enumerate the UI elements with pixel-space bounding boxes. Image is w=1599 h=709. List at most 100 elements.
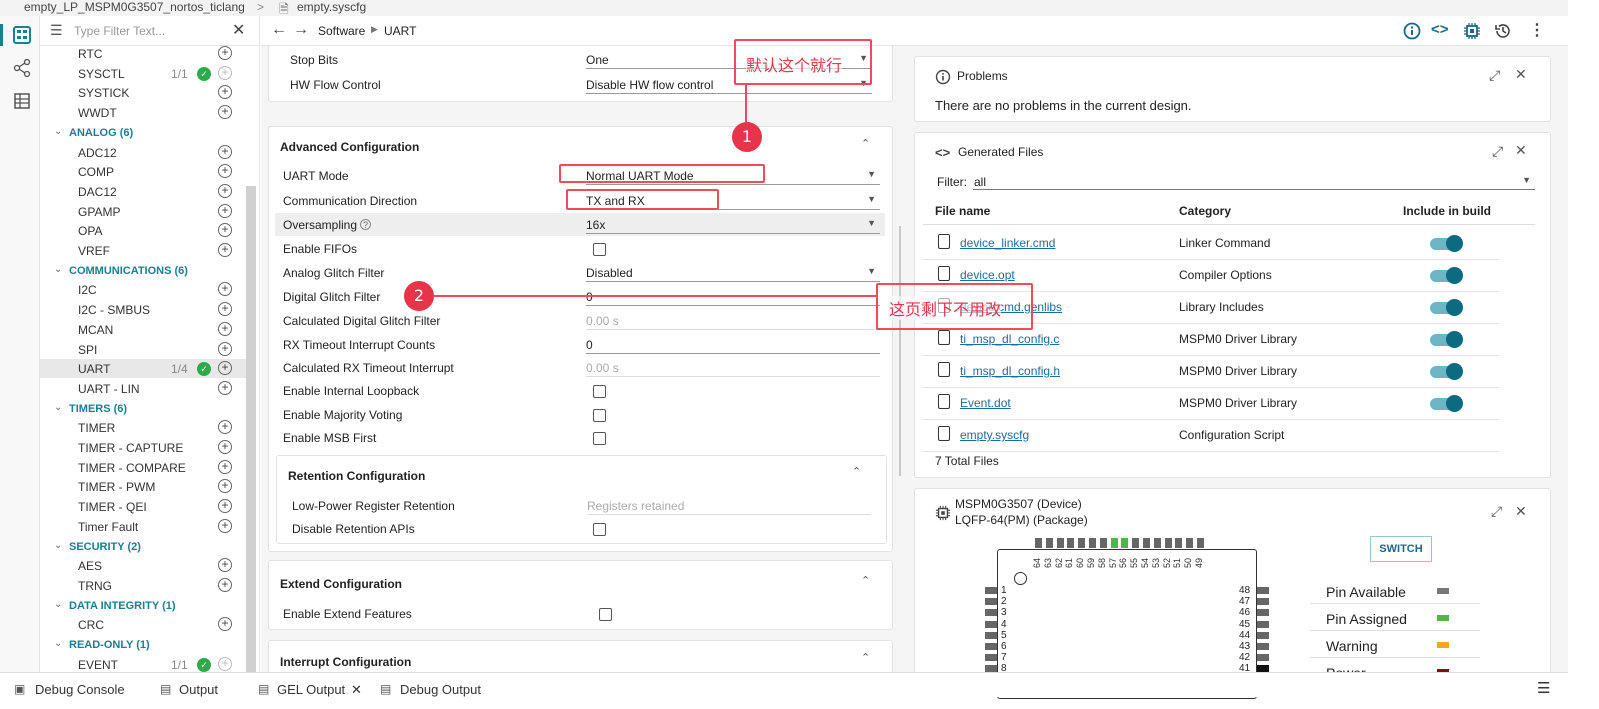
config-checkbox[interactable] <box>593 523 606 536</box>
config-text-input[interactable]: 0 <box>586 290 880 306</box>
file-link[interactable]: ti_msp_dl_config.h <box>960 364 1060 378</box>
panel-menu-icon[interactable]: ☰ <box>1537 679 1550 697</box>
clear-filter-icon[interactable]: ✕ <box>232 20 245 40</box>
add-icon[interactable]: + <box>218 341 232 356</box>
tree-item[interactable]: ADC12 + <box>40 143 246 162</box>
config-dropdown[interactable]: 16x ▼ <box>586 218 880 234</box>
add-icon[interactable]: + <box>218 361 232 376</box>
file-filter-select[interactable]: all ▼ <box>973 173 1535 190</box>
switch-button[interactable]: SWITCH <box>1370 536 1432 562</box>
tree-item[interactable]: TIMER - CAPTURE + <box>40 438 246 457</box>
add-icon[interactable]: + <box>218 85 232 100</box>
table-icon[interactable] <box>13 92 31 110</box>
add-icon[interactable]: + <box>218 499 232 514</box>
expand-icon[interactable]: ⤢ <box>1489 67 1500 84</box>
file-crumb[interactable]: empty.syscfg <box>297 0 366 14</box>
enable-extend-features-checkbox[interactable] <box>599 608 612 621</box>
file-link[interactable]: device_linker.cmd <box>960 236 1055 250</box>
config-checkbox[interactable] <box>593 409 606 422</box>
tree-item[interactable]: GPAMP + <box>40 202 246 221</box>
tree-item[interactable]: TIMER - QEI + <box>40 497 246 516</box>
tree-category[interactable]: ⌄ SECURITY (2) <box>40 537 246 556</box>
tree-item[interactable]: TIMER + <box>40 418 246 437</box>
collapse-chevron-icon[interactable]: ⌃ <box>861 651 870 664</box>
add-icon[interactable]: + <box>218 440 232 454</box>
collapse-chevron-icon[interactable]: ⌃ <box>852 465 861 478</box>
add-icon[interactable]: + <box>218 105 232 120</box>
tree-category[interactable]: ⌄ TIMERS (6) <box>40 399 246 418</box>
config-checkbox[interactable] <box>593 385 606 398</box>
tree-item[interactable]: RTC + <box>40 44 246 63</box>
tree-item[interactable]: UART - LIN + <box>40 379 246 398</box>
chevron-down-icon[interactable]: ⌄ <box>54 264 62 275</box>
tree-item[interactable]: WWDT + <box>40 103 246 122</box>
tree-item[interactable]: TIMER - PWM + <box>40 477 246 496</box>
tree-item[interactable]: VREF + <box>40 241 246 260</box>
tree-item[interactable]: MCAN + <box>40 320 246 339</box>
include-toggle[interactable] <box>1430 395 1463 412</box>
more-menu-icon[interactable]: ⋮ <box>1529 20 1545 40</box>
crumb-software[interactable]: Software <box>318 24 365 38</box>
add-icon[interactable]: + <box>218 243 232 257</box>
file-link[interactable]: device.opt <box>960 268 1015 282</box>
chevron-down-icon[interactable]: ⌄ <box>54 638 62 649</box>
close-tab-icon[interactable]: ✕ <box>351 682 362 698</box>
include-toggle[interactable] <box>1430 267 1463 284</box>
history-icon[interactable] <box>1494 22 1512 40</box>
expand-icon[interactable]: ⤢ <box>1492 143 1503 160</box>
config-checkbox[interactable] <box>593 243 606 256</box>
add-icon[interactable]: + <box>218 223 232 238</box>
add-icon[interactable]: + <box>218 203 232 218</box>
add-icon[interactable]: + <box>218 459 232 474</box>
add-icon[interactable]: + <box>218 558 232 573</box>
tree-item[interactable]: I2C - SMBUS + <box>40 300 246 319</box>
close-icon[interactable]: ✕ <box>1515 503 1527 520</box>
add-icon[interactable]: + <box>218 183 232 198</box>
chevron-down-icon[interactable]: ⌄ <box>54 540 62 551</box>
chevron-down-icon[interactable]: ⌄ <box>54 126 62 137</box>
add-icon[interactable]: + <box>218 380 232 395</box>
config-dropdown[interactable]: Disabled ▼ <box>586 266 880 282</box>
code-view-icon[interactable]: <> <box>1431 21 1449 38</box>
tree-category[interactable]: ⌄ READ-ONLY (1) <box>40 635 246 654</box>
close-icon[interactable]: ✕ <box>1515 66 1527 83</box>
tree-item[interactable]: I2C + <box>40 280 246 299</box>
chevron-down-icon[interactable]: ⌄ <box>54 402 62 413</box>
add-icon[interactable]: + <box>218 577 232 592</box>
tree-item[interactable]: OPA + <box>40 221 246 240</box>
crumb-uart[interactable]: UART <box>384 24 416 38</box>
tree-item[interactable]: TIMER - COMPARE + <box>40 458 246 477</box>
include-toggle[interactable] <box>1430 235 1463 252</box>
tree-scrollbar[interactable] <box>246 186 256 672</box>
filter-input[interactable]: Type Filter Text... <box>74 24 165 38</box>
collapse-chevron-icon[interactable]: ⌃ <box>861 137 870 150</box>
close-icon[interactable]: ✕ <box>1515 142 1527 159</box>
include-toggle[interactable] <box>1430 299 1463 316</box>
add-icon[interactable]: + <box>218 617 232 632</box>
add-icon[interactable]: + <box>218 65 232 80</box>
tab-gel-output[interactable]: GEL Output <box>277 682 345 697</box>
tree-category[interactable]: ⌄ DATA INTEGRITY (1) <box>40 596 246 615</box>
tree-category[interactable]: ⌄ COMMUNICATIONS (6) <box>40 261 246 280</box>
collapse-chevron-icon[interactable]: ⌃ <box>861 574 870 587</box>
file-link[interactable]: Event.dot <box>960 396 1011 410</box>
tab-output[interactable]: Output <box>179 682 218 697</box>
include-toggle[interactable] <box>1430 331 1463 348</box>
chevron-down-icon[interactable]: ⌄ <box>54 599 62 610</box>
config-text-input[interactable]: 0 <box>586 338 880 354</box>
tree-item[interactable]: Timer Fault + <box>40 517 246 536</box>
tab-debug-output[interactable]: Debug Output <box>400 682 481 697</box>
tree-item[interactable]: TRNG + <box>40 576 246 595</box>
tab-debug-console[interactable]: Debug Console <box>35 682 125 697</box>
tree-item[interactable]: UART 1/4 ✓ + <box>40 359 246 379</box>
info-icon[interactable] <box>1403 22 1421 40</box>
chip-icon[interactable] <box>1463 22 1481 40</box>
config-checkbox[interactable] <box>593 432 606 445</box>
tree-item[interactable]: CRC + <box>40 615 246 634</box>
filter-icon[interactable]: ☰ <box>50 22 63 39</box>
add-icon[interactable]: + <box>218 420 232 435</box>
project-crumb[interactable]: empty_LP_MSPM0G3507_nortos_ticlang <box>24 0 245 14</box>
add-icon[interactable]: + <box>218 479 232 494</box>
tree-item[interactable]: DAC12 + <box>40 182 246 201</box>
tree-item[interactable]: SPI + <box>40 340 246 359</box>
